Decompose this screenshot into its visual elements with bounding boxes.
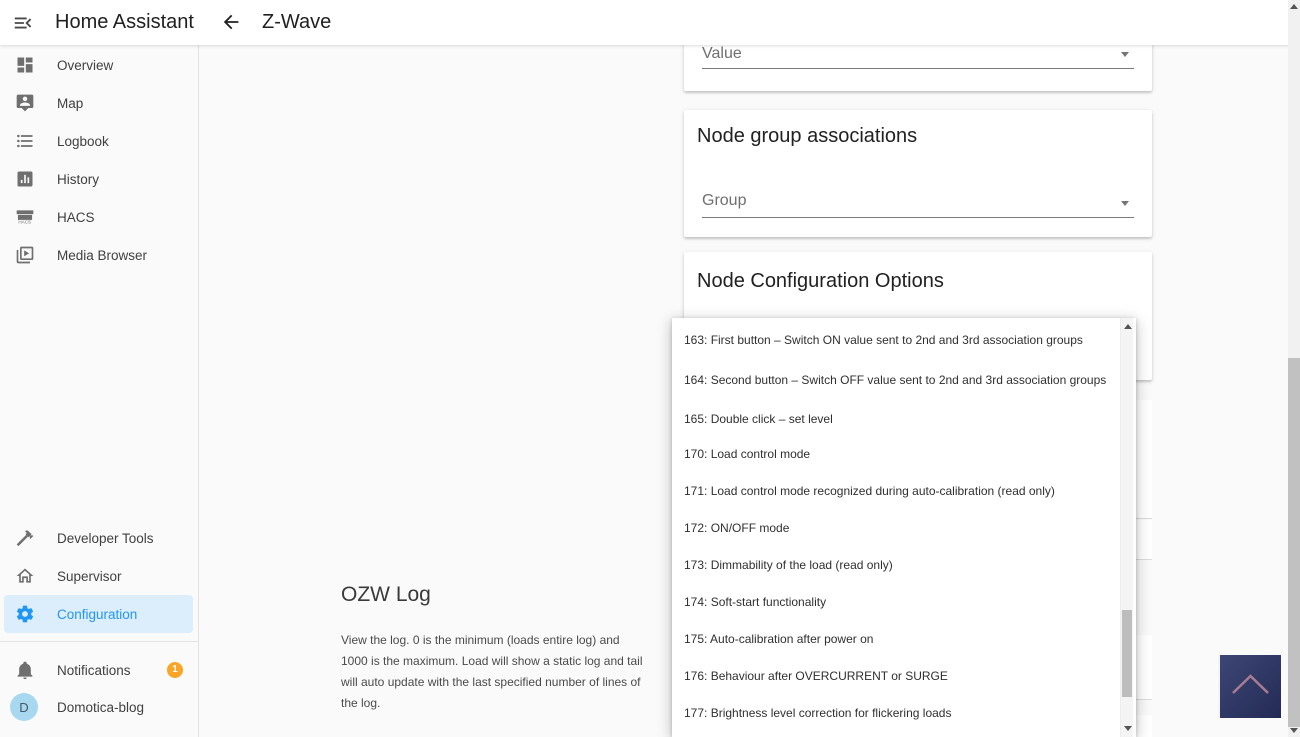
dropdown-scrollbar-thumb[interactable] [1122, 610, 1132, 697]
sidebar-item-history[interactable]: History [0, 160, 197, 198]
sidebar-item-media-browser[interactable]: Media Browser [0, 236, 197, 274]
sidebar-item-map[interactable]: Map [0, 84, 197, 122]
play-box-multiple-icon [15, 245, 35, 265]
card-title: Node Configuration Options [697, 270, 944, 292]
chevron-up-icon [1232, 674, 1269, 694]
scroll-up-arrow-icon[interactable] [1123, 324, 1132, 329]
poll-box-icon [15, 169, 35, 189]
sidebar-item-profile[interactable]: D Domotica-blog [0, 688, 197, 726]
sidebar-item-label: Map [57, 95, 84, 111]
page-scrollbar[interactable] [1288, 0, 1300, 737]
sidebar-item-label: Overview [57, 57, 114, 73]
config-option[interactable]: 170: Load control mode [672, 436, 1136, 473]
home-assistant-icon [15, 566, 35, 586]
config-option[interactable]: 165: Double click – set level [672, 403, 1136, 436]
select-label: Value [702, 45, 742, 62]
sidebar-item-overview[interactable]: Overview [0, 46, 197, 84]
card-fragment [1136, 635, 1152, 700]
sidebar-item-label: Notifications [57, 662, 131, 678]
sidebar-item-label: Configuration [57, 606, 138, 622]
chevron-down-icon [1121, 201, 1129, 206]
group-select[interactable]: Group [702, 192, 1134, 218]
app-title: Home Assistant [55, 11, 194, 33]
svg-text:HACS: HACS [18, 220, 31, 225]
list-bulleted-icon [15, 131, 35, 151]
scroll-up-arrow-icon[interactable] [1290, 4, 1298, 9]
sidebar-item-developer-tools[interactable]: Developer Tools [0, 519, 197, 557]
hammer-icon [15, 528, 35, 548]
scroll-to-top-button[interactable] [1218, 655, 1281, 718]
ozw-log-title: OZW Log [341, 583, 431, 606]
back-arrow-icon[interactable] [220, 11, 242, 33]
sidebar: Overview Map Logbook History HACS HACS M… [0, 45, 199, 737]
config-option[interactable]: 163: First button – Switch ON value sent… [672, 324, 1136, 357]
avatar: D [10, 693, 38, 721]
chevron-down-icon [1121, 52, 1129, 57]
sidebar-item-notifications[interactable]: Notifications 1 [0, 651, 197, 689]
sidebar-item-logbook[interactable]: Logbook [0, 122, 197, 160]
notification-badge: 1 [167, 662, 183, 678]
dropdown-scrollbar[interactable] [1120, 318, 1133, 737]
sidebar-item-label: Developer Tools [57, 530, 154, 546]
sidebar-item-label: HACS [57, 209, 95, 225]
value-select[interactable]: Value [702, 45, 1134, 69]
select-underline [702, 68, 1134, 69]
sidebar-item-label: Domotica-blog [57, 699, 145, 715]
scroll-down-arrow-icon[interactable] [1290, 728, 1298, 733]
menu-open-icon[interactable] [12, 12, 34, 34]
select-underline [702, 217, 1134, 218]
app-bar: Home Assistant Z-Wave [0, 0, 1300, 45]
config-option[interactable]: 171: Load control mode recognized during… [672, 473, 1136, 510]
page-title: Z-Wave [262, 11, 332, 33]
card-fragment [1136, 715, 1152, 737]
card-fragment [1136, 520, 1152, 560]
sidebar-item-supervisor[interactable]: Supervisor [0, 557, 197, 595]
bell-icon [15, 660, 35, 680]
config-options-list: 163: First button – Switch ON value sent… [672, 318, 1136, 732]
ozw-log-description: View the log. 0 is the minimum (loads en… [341, 633, 643, 710]
gear-icon [15, 604, 35, 624]
sidebar-item-label: Logbook [57, 133, 109, 149]
sidebar-item-hacs[interactable]: HACS HACS [0, 198, 197, 236]
hacs-store-icon: HACS [15, 207, 35, 227]
select-label: Group [702, 192, 747, 209]
sidebar-divider [0, 641, 199, 642]
config-option[interactable]: 175: Auto-calibration after power on [672, 621, 1136, 658]
config-options-dropdown: 163: First button – Switch ON value sent… [672, 318, 1136, 737]
page-scrollbar-thumb[interactable] [1288, 358, 1300, 727]
card-fragment [1136, 400, 1152, 519]
node-group-associations-card: Node group associations Group [684, 110, 1152, 237]
sidebar-item-label: Supervisor [57, 568, 122, 584]
view-dashboard-icon [15, 55, 35, 75]
config-option[interactable]: 173: Dimmability of the load (read only) [672, 547, 1136, 584]
config-option[interactable]: 172: ON/OFF mode [672, 510, 1136, 547]
tooltip-account-icon [15, 93, 35, 113]
card-title: Node group associations [697, 125, 918, 147]
scroll-down-arrow-icon[interactable] [1123, 726, 1132, 731]
config-option[interactable]: 174: Soft-start functionality [672, 584, 1136, 621]
sidebar-item-label: History [57, 171, 100, 187]
config-option[interactable]: 177: Brightness level correction for fli… [672, 695, 1136, 732]
value-card: Value [684, 40, 1152, 91]
sidebar-item-configuration[interactable]: Configuration [4, 595, 193, 633]
sidebar-item-label: Media Browser [57, 247, 148, 263]
config-option[interactable]: 176: Behaviour after OVERCURRENT or SURG… [672, 658, 1136, 695]
config-option[interactable]: 164: Second button – Switch OFF value se… [672, 357, 1136, 403]
